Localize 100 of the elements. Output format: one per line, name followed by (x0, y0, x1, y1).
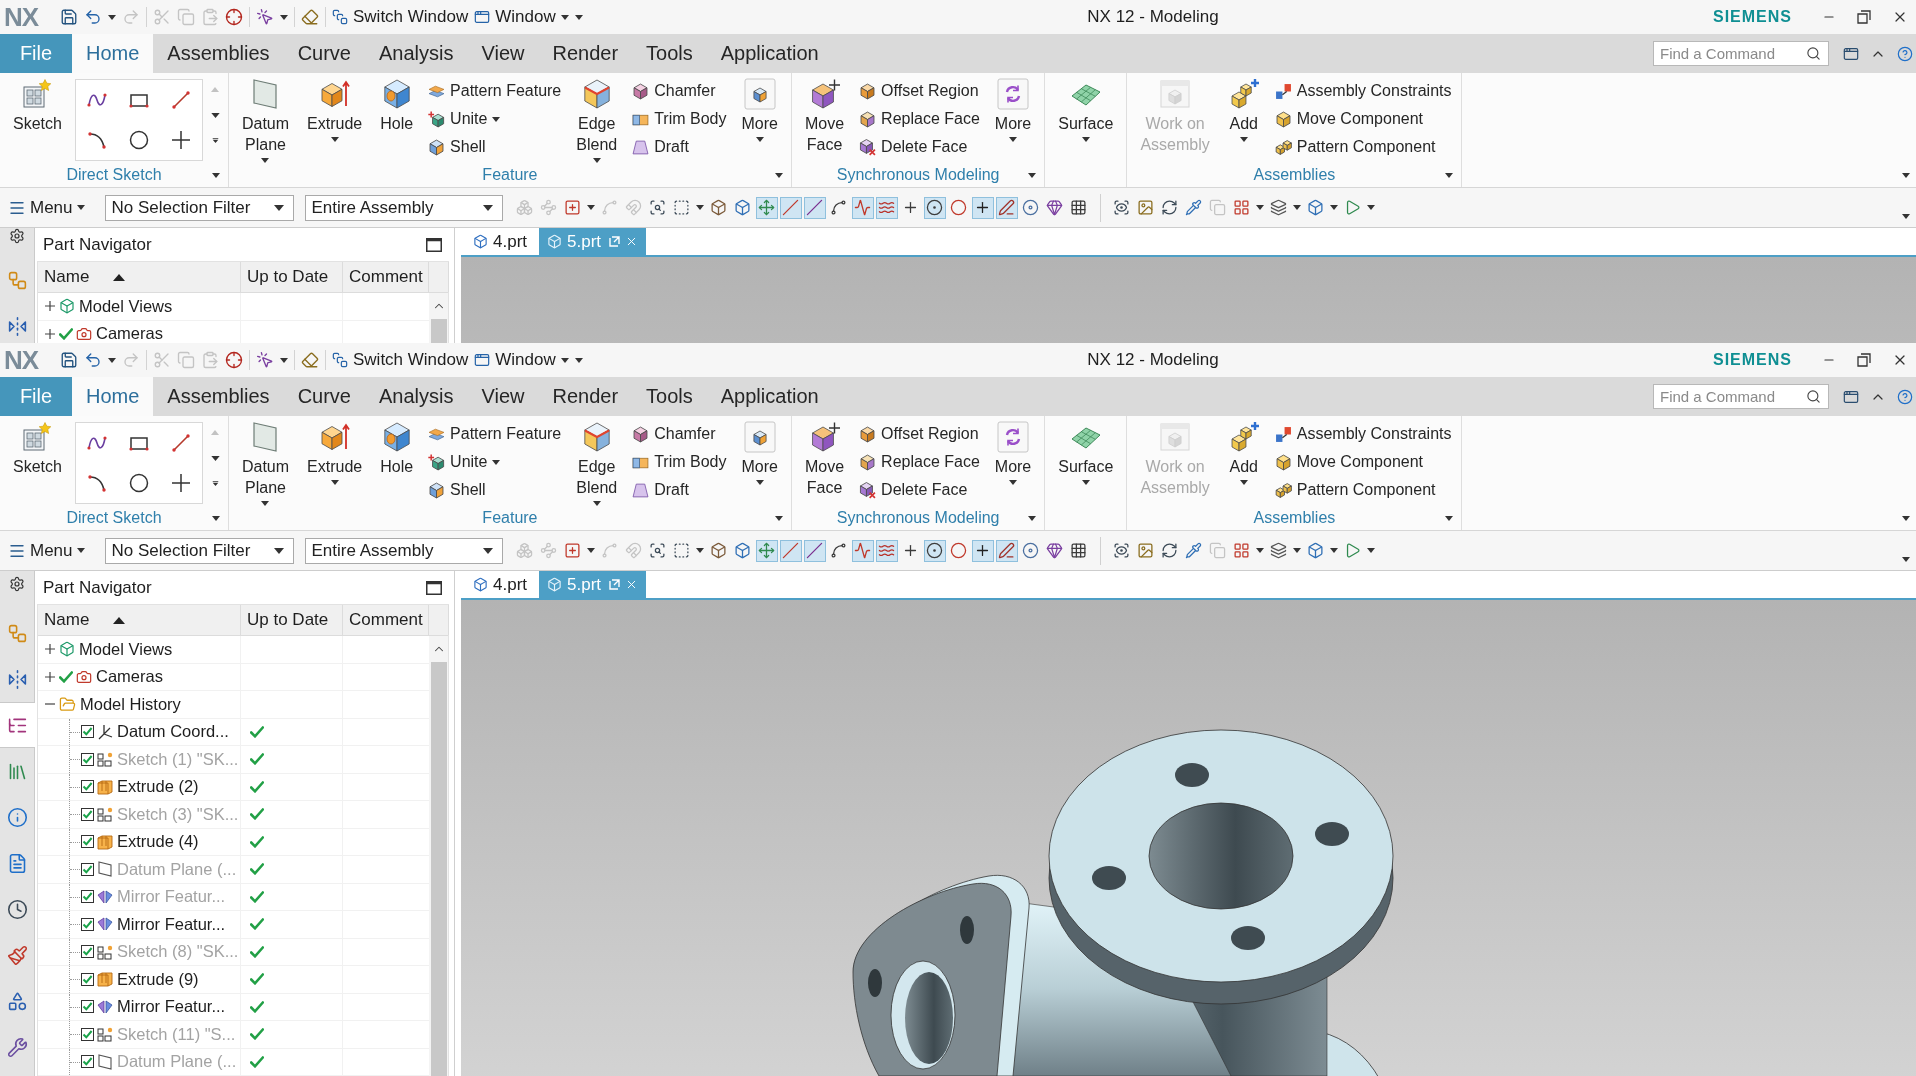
ribbon-button[interactable]: Chamfer (630, 420, 729, 448)
search-icon[interactable] (1806, 389, 1821, 404)
ribbon-button[interactable]: Unite (426, 105, 564, 133)
ribbon-button[interactable]: Add (1222, 77, 1265, 142)
expand-icon[interactable] (45, 671, 55, 682)
ribbon-tab[interactable]: Assemblies (153, 377, 284, 416)
expand-icon[interactable] (45, 328, 55, 339)
checkbox[interactable] (81, 972, 94, 986)
checkbox[interactable] (81, 1027, 94, 1041)
filter-dropdown[interactable]: Entire Assembly (304, 537, 503, 564)
command-search-box[interactable]: Find a Command (1653, 41, 1829, 66)
ribbon-button[interactable]: Edge Blend (571, 420, 623, 506)
ribbon-button[interactable]: Datum Plane (236, 420, 295, 506)
ribbon-button[interactable]: Move Face (799, 77, 850, 155)
ribbon-button[interactable]: Surface (1053, 77, 1119, 142)
save-icon[interactable] (60, 8, 78, 26)
undo-icon[interactable] (84, 8, 102, 26)
eraser-icon[interactable] (301, 351, 319, 369)
checkbox[interactable] (81, 945, 94, 959)
ribbon-tab[interactable]: Analysis (365, 377, 468, 416)
line-icon[interactable] (170, 433, 191, 453)
caret-icon[interactable] (586, 205, 595, 210)
ribbon-button[interactable]: Delete Face (857, 133, 982, 161)
ribbon-tab[interactable]: Tools (632, 377, 707, 416)
tree-item[interactable]: Extrude (2) (117, 777, 199, 797)
caret-icon[interactable] (1902, 516, 1910, 521)
ribbon-button[interactable]: Pattern Feature (426, 77, 564, 105)
search-icon[interactable] (1806, 46, 1821, 61)
arc-icon[interactable] (86, 130, 107, 150)
ribbon-button[interactable]: Shell (426, 476, 564, 504)
caret-icon[interactable] (1292, 205, 1301, 210)
ribbon-button[interactable]: Trim Body (630, 105, 729, 133)
caret-icon[interactable] (211, 172, 220, 178)
checkbox[interactable] (81, 835, 94, 849)
ribbon-tab[interactable]: Application (706, 377, 833, 416)
ribbon-button[interactable]: Draft (630, 133, 729, 161)
maximize-icon[interactable] (426, 580, 442, 595)
tree-item[interactable]: Mirror Featur... (117, 997, 226, 1017)
menu-button[interactable]: Menu (8, 197, 85, 218)
ribbon-button[interactable]: Shell (426, 133, 564, 161)
caret-icon[interactable] (1028, 172, 1037, 178)
plus-icon[interactable] (170, 473, 191, 493)
expand-icon[interactable] (45, 644, 55, 655)
ribbon-button[interactable]: Extrude (302, 420, 368, 485)
expand-icon[interactable] (210, 481, 220, 486)
scrollbar[interactable] (429, 293, 448, 343)
ribbon-button[interactable]: Draft (630, 476, 729, 504)
tree-item[interactable]: Extrude (9) (117, 969, 199, 989)
pointer-icon[interactable] (256, 351, 274, 369)
resource-tab[interactable] (0, 702, 35, 748)
ribbon-button[interactable]: Sketch (8, 420, 67, 477)
command-search-field[interactable]: Find a Command (1660, 43, 1802, 64)
ribbon-tab[interactable]: Curve (283, 34, 365, 73)
ribbon-tab[interactable]: Tools (632, 34, 707, 73)
expand-icon[interactable] (210, 138, 220, 143)
ribbon-tab[interactable]: View (467, 377, 539, 416)
tree-item[interactable]: Datum Coord... (117, 722, 229, 742)
caret-icon[interactable] (280, 357, 288, 363)
ribbon-button[interactable]: Sketch (8, 77, 67, 134)
arc-icon[interactable] (86, 473, 107, 493)
tree-item[interactable]: Cameras (96, 324, 163, 343)
window-menu-button[interactable]: Window (474, 7, 569, 27)
ribbon-button[interactable]: More (736, 420, 783, 485)
command-search-field[interactable]: Find a Command (1660, 386, 1802, 407)
restore-icon[interactable] (1857, 353, 1871, 367)
plus-icon[interactable] (170, 130, 191, 150)
ribbon-button[interactable]: Edge Blend (571, 77, 623, 163)
caret-icon[interactable] (1329, 548, 1338, 553)
ribbon-tab[interactable]: Assemblies (153, 34, 284, 73)
caret-down-icon[interactable] (210, 112, 220, 118)
scrollbar-thumb[interactable] (431, 662, 447, 1076)
ribbon-button[interactable]: Pattern Component (1272, 476, 1454, 504)
ribbon-button[interactable]: More (736, 77, 783, 142)
caret-icon[interactable] (1902, 557, 1910, 562)
ribbon-button[interactable]: More (989, 77, 1037, 142)
caret-icon[interactable] (774, 172, 783, 178)
circle-icon[interactable] (128, 130, 149, 150)
scrollbar-thumb[interactable] (431, 319, 447, 343)
ribbon-button[interactable]: Assembly Constraints (1272, 77, 1454, 105)
tree-item[interactable]: Cameras (96, 667, 163, 687)
ribbon-tab[interactable]: Curve (283, 377, 365, 416)
window-menu-button[interactable]: Window (474, 350, 569, 370)
checkbox[interactable] (81, 862, 94, 876)
switch-window-button[interactable]: Switch Window (332, 7, 469, 27)
caret-icon[interactable] (586, 548, 595, 553)
caret-icon[interactable] (108, 357, 116, 363)
checkbox[interactable] (81, 752, 94, 766)
ribbon-button[interactable]: Unite (426, 448, 564, 476)
line-icon[interactable] (170, 90, 191, 110)
ribbon-button[interactable]: Replace Face (857, 448, 982, 476)
caret-icon[interactable] (1028, 515, 1037, 521)
menu-button[interactable]: Menu (8, 540, 85, 561)
ribbon-button[interactable]: Hole (375, 420, 419, 477)
ribbon-button[interactable]: Pattern Component (1272, 133, 1454, 161)
switch-window-button[interactable]: Switch Window (332, 350, 469, 370)
ribbon-tab[interactable]: Analysis (365, 34, 468, 73)
ribbon-button[interactable]: Datum Plane (236, 77, 295, 163)
sort-up-icon[interactable] (113, 273, 126, 281)
caret-icon[interactable] (1366, 205, 1375, 210)
ribbon-button[interactable]: Add (1222, 420, 1265, 485)
